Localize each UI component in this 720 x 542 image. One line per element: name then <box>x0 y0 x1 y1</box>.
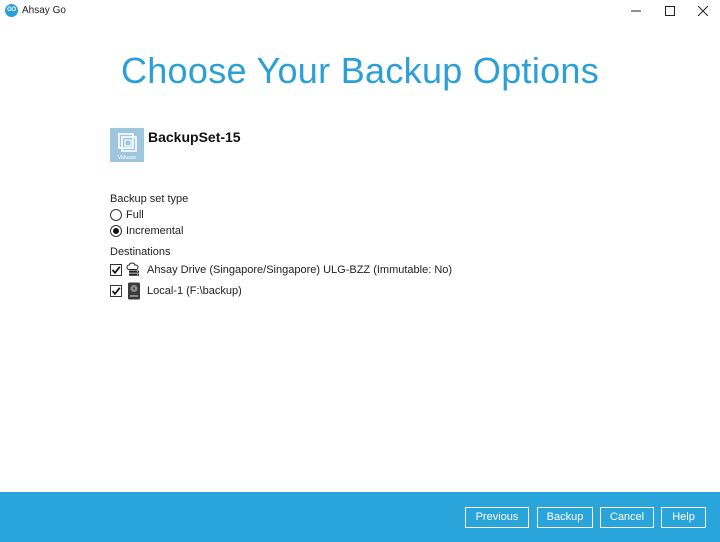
minimize-button[interactable] <box>619 0 653 22</box>
radio-incremental[interactable]: Incremental <box>110 224 183 238</box>
window-title: Ahsay Go <box>22 5 66 16</box>
backup-set-name: BackupSet-15 <box>148 129 241 145</box>
minimize-icon <box>631 10 641 12</box>
radio-incremental-button[interactable] <box>110 225 122 237</box>
maximize-icon <box>665 6 675 16</box>
destination-ahsay-drive[interactable]: Ahsay Drive (Singapore/Singapore) ULG-BZ… <box>110 261 452 279</box>
destination-local-1-checkbox[interactable] <box>110 285 122 297</box>
destination-local-1[interactable]: Local-1 (F:\backup) <box>110 282 242 300</box>
backup-button[interactable]: Backup <box>537 507 593 528</box>
cancel-button[interactable]: Cancel <box>600 507 654 528</box>
help-button[interactable]: Help <box>661 507 706 528</box>
destinations-label: Destinations <box>110 246 171 258</box>
backup-type-label: Backup set type <box>110 193 189 205</box>
checkmark-icon <box>111 266 121 275</box>
previous-button[interactable]: Previous <box>465 507 529 528</box>
maximize-button[interactable] <box>653 0 687 22</box>
vmware-icon-label: VMware <box>117 155 137 161</box>
close-icon <box>698 6 708 16</box>
title-bar: GO Ahsay Go <box>0 0 720 22</box>
local-drive-icon <box>126 282 142 300</box>
radio-incremental-label: Incremental <box>126 225 184 237</box>
radio-full-button[interactable] <box>110 209 122 221</box>
cloud-drive-icon <box>126 261 142 279</box>
destination-ahsay-drive-checkbox[interactable] <box>110 264 122 276</box>
app-logo-icon: GO <box>5 4 18 17</box>
vmware-icon: VMware <box>110 128 144 162</box>
checkmark-icon <box>111 287 121 296</box>
radio-full-label: Full <box>126 209 144 221</box>
destination-local-1-label: Local-1 (F:\backup) <box>147 285 242 297</box>
close-button[interactable] <box>686 0 720 22</box>
destination-ahsay-drive-label: Ahsay Drive (Singapore/Singapore) ULG-BZ… <box>147 264 453 276</box>
page-title: Choose Your Backup Options <box>120 50 600 91</box>
radio-full[interactable]: Full <box>110 208 144 222</box>
